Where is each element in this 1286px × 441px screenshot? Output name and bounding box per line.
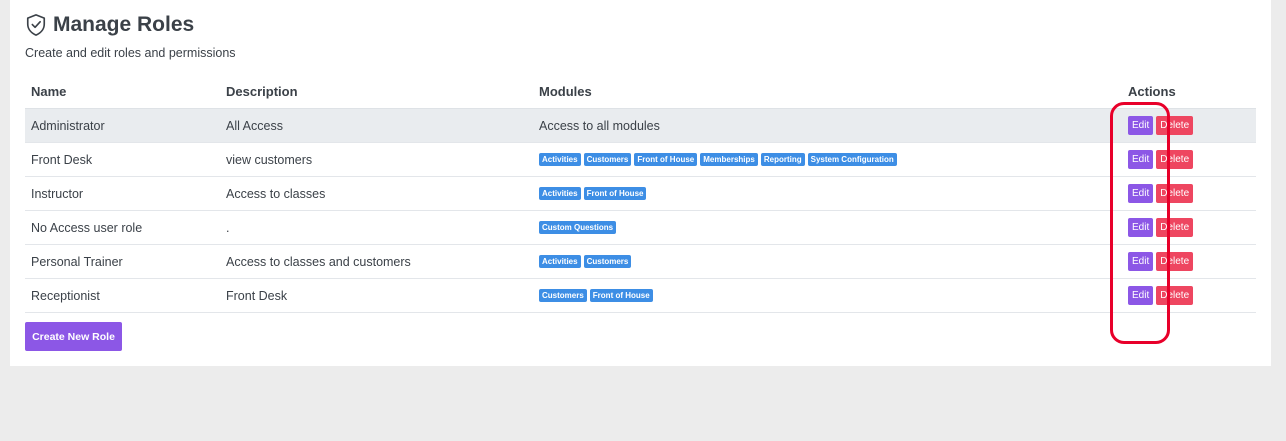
module-badge: Reporting: [760, 153, 805, 166]
role-name: No Access user role: [25, 210, 220, 245]
role-modules: Access to all modules: [533, 108, 1122, 143]
action-buttons: Edit Delete: [1128, 286, 1250, 305]
module-badge: Activities: [539, 255, 581, 268]
role-name: Front Desk: [25, 142, 220, 177]
delete-button[interactable]: Delete: [1156, 150, 1194, 169]
module-badges: Customers Front of House: [539, 289, 1116, 302]
table-row: No Access user role. Custom Questions Edit…: [25, 210, 1256, 245]
shield-check-icon: [26, 14, 46, 36]
role-actions: Edit Delete: [1122, 108, 1256, 143]
modules-text: Access to all modules: [539, 118, 660, 133]
page-subtitle: Create and edit roles and permissions: [25, 46, 236, 60]
role-actions: Edit Delete: [1122, 176, 1256, 211]
role-description: All Access: [220, 108, 533, 143]
module-badges: Activities Front of House: [539, 187, 1116, 200]
module-badges: Custom Questions: [539, 221, 1116, 234]
action-buttons: Edit Delete: [1128, 116, 1250, 135]
page-title: Manage Roles: [53, 13, 195, 36]
action-buttons: Edit Delete: [1128, 252, 1250, 271]
delete-button[interactable]: Delete: [1156, 286, 1194, 305]
module-badge: System Configuration: [807, 153, 897, 166]
module-badge: Customers: [583, 255, 632, 268]
role-actions: Edit Delete: [1122, 142, 1256, 177]
delete-button[interactable]: Delete: [1156, 252, 1194, 271]
edit-button[interactable]: Edit: [1128, 286, 1154, 305]
module-badge: Front of House: [634, 153, 698, 166]
role-modules: Customers Front of House: [533, 278, 1122, 313]
role-name: Administrator: [25, 108, 220, 143]
table-row: Receptionist Front Desk Customers Front of …: [25, 278, 1256, 313]
edit-button[interactable]: Edit: [1128, 184, 1154, 203]
module-badge: Custom Questions: [539, 221, 617, 234]
edit-button[interactable]: Edit: [1128, 218, 1154, 237]
delete-button[interactable]: Delete: [1156, 184, 1194, 203]
role-description: .: [220, 210, 533, 245]
role-name: Personal Trainer: [25, 244, 220, 279]
delete-button[interactable]: Delete: [1156, 116, 1194, 135]
role-name: Receptionist: [25, 278, 220, 313]
action-buttons: Edit Delete: [1128, 150, 1250, 169]
role-modules: Custom Questions: [533, 210, 1122, 245]
action-buttons: Edit Delete: [1128, 218, 1250, 237]
module-badges: Activities Customers: [539, 255, 1116, 268]
role-description: Access to classes and customers: [220, 244, 533, 279]
role-actions: Edit Delete: [1122, 278, 1256, 313]
role-name: Instructor: [25, 176, 220, 211]
module-badge: Front of House: [589, 289, 653, 302]
roles-table: Name Description Modules Actions Adminis…: [25, 74, 1256, 313]
create-new-role-button[interactable]: Create New Role: [25, 322, 122, 351]
role-description: view customers: [220, 142, 533, 177]
table-row: Instructor Access to classes Activities Fro…: [25, 176, 1256, 211]
module-badge: Customers: [539, 289, 587, 302]
role-description: Access to classes: [220, 176, 533, 211]
role-actions: Edit Delete: [1122, 210, 1256, 245]
page-header: Manage Roles: [25, 11, 194, 39]
role-description: Front Desk: [220, 278, 533, 313]
role-modules: Activities Customers Front of House Members…: [533, 142, 1122, 177]
module-badge: Memberships: [700, 153, 758, 166]
module-badge: Activities: [539, 187, 581, 200]
column-header-modules: Modules: [533, 74, 1122, 109]
role-modules: Activities Front of House: [533, 176, 1122, 211]
module-badge: Front of House: [583, 187, 647, 200]
column-header-name: Name: [25, 74, 220, 109]
table-header-row: Name Description Modules Actions: [25, 74, 1256, 109]
role-actions: Edit Delete: [1122, 244, 1256, 279]
column-header-description: Description: [220, 74, 533, 109]
module-badges: Activities Customers Front of House Members…: [539, 153, 1116, 166]
edit-button[interactable]: Edit: [1128, 116, 1154, 135]
table-row: Personal Trainer Access to classes and cu…: [25, 244, 1256, 279]
delete-button[interactable]: Delete: [1156, 218, 1194, 237]
table-row: Administrator All Access Access to all mod…: [25, 108, 1256, 143]
table-row: Front Desk view customers Activities Custom…: [25, 142, 1256, 177]
column-header-actions: Actions: [1122, 74, 1256, 109]
module-badge: Customers: [583, 153, 632, 166]
role-modules: Activities Customers: [533, 244, 1122, 279]
roles-card: Manage Roles Create and edit roles and p…: [10, 0, 1271, 366]
edit-button[interactable]: Edit: [1128, 252, 1154, 271]
action-buttons: Edit Delete: [1128, 184, 1250, 203]
module-badge: Activities: [539, 153, 581, 166]
edit-button[interactable]: Edit: [1128, 150, 1154, 169]
